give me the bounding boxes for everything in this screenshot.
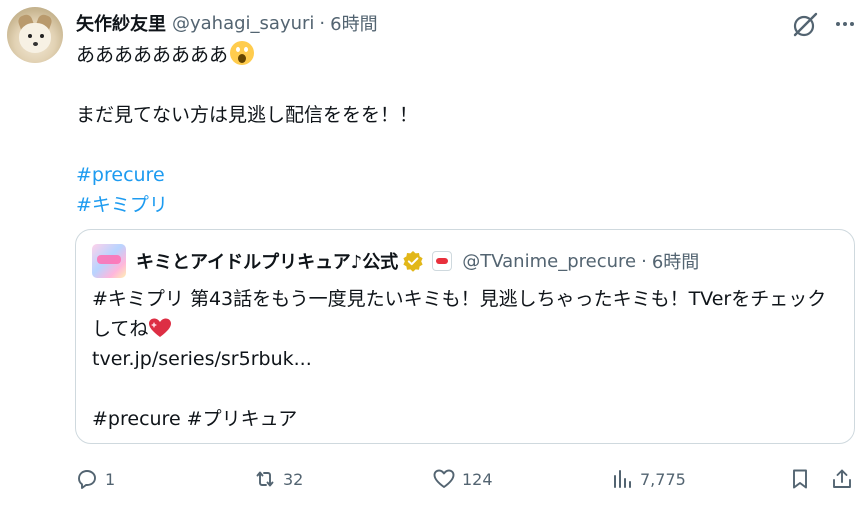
tweet-line-1: ああああああああ	[76, 44, 229, 66]
quoted-tweet-header: キミとアイドルプリキュア♪公式 @TVanime_precure · 6時間	[92, 244, 699, 278]
affiliation-badge-icon[interactable]	[432, 251, 453, 271]
quoted-link[interactable]: tver.jp/series/sr5rbuk...	[92, 344, 842, 374]
grok-icon[interactable]	[791, 12, 819, 38]
sparkling-heart-emoji-icon	[148, 317, 172, 339]
quoted-text: #キミプリ 第43話をもう一度見たいキミも！見逃しちゃったキミも！TVerをチェ…	[92, 288, 827, 340]
views-icon	[614, 470, 631, 488]
quoted-tweet[interactable]: キミとアイドルプリキュア♪公式 @TVanime_precure · 6時間 #…	[75, 229, 855, 444]
screaming-face-emoji-icon	[230, 41, 255, 65]
quoted-hashtags[interactable]: #precure #プリキュア	[92, 404, 842, 434]
author-name[interactable]: 矢作紗友里	[76, 10, 166, 36]
tweet-body: ああああああああ まだ見てない方は見逃し配信ををを！！ #precure #キミ…	[76, 40, 846, 220]
bookmark-button[interactable]	[788, 466, 812, 492]
hashtag-kimipuri[interactable]: #キミプリ	[76, 194, 168, 216]
tweet-line-2: まだ見てない方は見逃し配信ををを！！	[76, 104, 419, 126]
bookmark-icon	[793, 469, 807, 489]
share-icon	[833, 469, 851, 488]
repost-icon	[256, 471, 274, 487]
like-button[interactable]: 124	[432, 466, 493, 492]
reply-count: 1	[105, 469, 116, 489]
reply-button[interactable]: 1	[75, 466, 115, 492]
quoted-tweet-time[interactable]: 6時間	[652, 248, 699, 274]
quoted-separator-dot: ·	[641, 250, 647, 272]
more-horizontal-icon[interactable]	[832, 11, 858, 37]
repost-button[interactable]: 32	[253, 466, 303, 492]
quoted-author-avatar[interactable]	[92, 244, 126, 278]
separator-dot: ·	[319, 12, 326, 34]
views-count: 7,775	[640, 469, 686, 489]
quoted-author-handle[interactable]: @TVanime_precure	[462, 251, 636, 272]
repost-count: 32	[283, 469, 304, 489]
quoted-author-name[interactable]: キミとアイドルプリキュア♪公式	[136, 248, 398, 274]
hashtag-precure[interactable]: #precure	[76, 164, 165, 186]
action-bar: 1 32 124 7,775	[0, 462, 865, 494]
tweet-header: 矢作紗友里 @yahagi_sayuri · 6時間	[76, 10, 378, 36]
reply-icon	[78, 470, 96, 489]
share-button[interactable]	[830, 466, 854, 492]
heart-icon	[433, 469, 455, 488]
quoted-tweet-body: #キミプリ 第43話をもう一度見たいキミも！見逃しちゃったキミも！TVerをチェ…	[92, 284, 842, 434]
views-button[interactable]: 7,775	[610, 466, 686, 492]
author-handle[interactable]: @yahagi_sayuri	[172, 13, 314, 34]
like-count: 124	[462, 469, 493, 489]
author-avatar[interactable]	[7, 7, 63, 63]
tweet-time[interactable]: 6時間	[330, 10, 377, 36]
verified-badge-icon	[402, 250, 424, 272]
